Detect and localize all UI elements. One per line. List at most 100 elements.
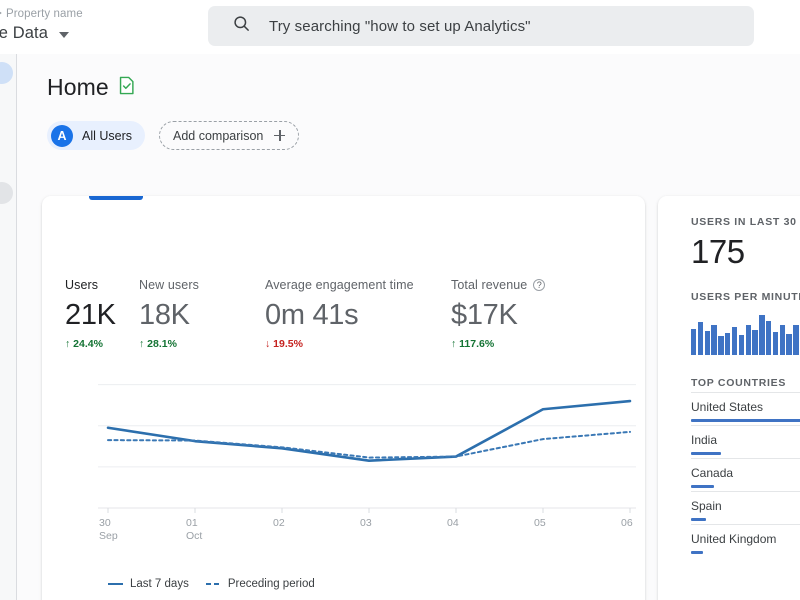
nav-icon-secondary[interactable] — [0, 182, 13, 204]
country-name: Canada — [691, 466, 734, 480]
overview-card: Users 21K ↑ 24.4% New users 18K ↑ 28.1% Averag… — [42, 196, 645, 600]
country-bar — [691, 419, 800, 422]
document-check-icon — [118, 76, 135, 100]
metric-label: Users — [65, 278, 99, 292]
search-icon — [232, 14, 251, 38]
page-title: Home — [47, 74, 109, 100]
sparkline-bar — [786, 333, 792, 355]
chart-x-tick: 30 — [99, 517, 111, 529]
country-name: India — [691, 433, 718, 447]
plus-icon — [274, 130, 286, 141]
chart-x-tick: 06 — [621, 517, 633, 529]
country-bar — [691, 551, 703, 554]
metric-card[interactable]: New users 18K ↑ 28.1% — [139, 278, 199, 350]
add-comparison-button[interactable]: Add comparison — [159, 121, 300, 150]
chart-x-tick: 03 — [360, 517, 372, 529]
sparkline-bar — [759, 315, 765, 355]
legend-swatch — [108, 582, 123, 586]
country-name: United States — [691, 400, 764, 414]
property-name-label: site Data — [0, 24, 49, 42]
chart-series-current — [106, 399, 632, 462]
top-bar: ts>Property name site Data Try searching… — [0, 0, 800, 54]
users-last-30-min-label: USERS IN LAST 30 MINU — [691, 216, 800, 228]
metric-value: 21K — [65, 299, 116, 331]
sparkline-bar — [725, 333, 731, 355]
chevron-down-icon[interactable] — [59, 32, 70, 38]
comparison-chips: A All Users Add comparison — [47, 121, 300, 150]
metric-card[interactable]: Users 21K ↑ 24.4% — [65, 278, 116, 350]
metric-value: 18K — [139, 299, 190, 331]
breadcrumb-separator: > — [0, 8, 2, 20]
metric-delta: ↑ 28.1% — [139, 338, 177, 350]
chart-x-tick: 02 — [273, 517, 285, 529]
nav-icon-primary[interactable] — [0, 62, 13, 84]
realtime-card: USERS IN LAST 30 MINU 175 USERS PER MINU… — [658, 196, 800, 600]
metric-label: Total revenue? — [451, 278, 546, 292]
country-row[interactable]: Canada — [691, 458, 800, 491]
sparkline-bar — [691, 329, 697, 355]
chip-all-users[interactable]: A All Users — [47, 121, 146, 150]
country-row[interactable]: United Kingdom — [691, 524, 800, 557]
top-countries-label: TOP COUNTRIES — [691, 377, 787, 389]
chart-series-previous — [107, 430, 631, 459]
metric-delta: ↑ 24.4% — [65, 338, 103, 350]
left-navigation-rail[interactable] — [0, 54, 17, 600]
chart-x-tick: 05 — [534, 517, 546, 529]
chart-x-tick: 04 — [447, 517, 459, 529]
chip-all-users-label: All Users — [82, 128, 133, 143]
sparkline-bar — [731, 327, 738, 355]
country-bar — [691, 518, 706, 521]
chart-svg: 02K4K6K30Sep01Oct0203040506 — [98, 384, 636, 542]
search-input[interactable]: Try searching "how to set up Analytics" — [208, 6, 754, 46]
main-content: Home A All Users Add comparison Users 21… — [17, 54, 800, 600]
timeseries-chart[interactable]: 02K4K6K30Sep01Oct0203040506 — [42, 356, 645, 556]
country-row[interactable]: United States — [691, 392, 800, 425]
legend-label: Last 7 days — [130, 578, 189, 590]
metric-label: Average engagement time — [265, 278, 414, 292]
chart-legend: Last 7 days Preceding period — [108, 578, 332, 590]
sparkline-bar — [738, 334, 745, 355]
metric-delta: ↓ 19.5% — [265, 338, 303, 350]
sparkline-bar — [752, 329, 758, 355]
country-name: United Kingdom — [691, 532, 777, 546]
page-header: Home — [47, 74, 135, 101]
country-bar — [691, 485, 714, 488]
sparkline-bar — [711, 325, 717, 355]
country-bar — [691, 452, 721, 455]
sparkline-bar — [793, 324, 799, 355]
metric-card[interactable]: Average engagement time 0m 41s ↓ 19.5% — [265, 278, 414, 350]
legend-item[interactable]: Last 7 days — [108, 578, 189, 590]
avatar: A — [51, 124, 73, 147]
sparkline-bar — [704, 330, 711, 355]
users-per-minute-sparkline — [691, 315, 800, 355]
country-row[interactable]: India — [691, 425, 800, 458]
legend-label: Preceding period — [227, 578, 315, 590]
property-selector[interactable]: ts>Property name site Data — [0, 8, 162, 43]
legend-swatch — [205, 582, 221, 586]
metric-value: $17K — [451, 299, 518, 331]
chart-x-tick-sub: Oct — [186, 530, 202, 542]
metric-card[interactable]: Total revenue? $17K ↑ 117.6% — [451, 278, 546, 350]
sparkline-bar — [718, 336, 724, 355]
chart-x-tick: 01 — [186, 517, 198, 529]
search-placeholder-text: Try searching "how to set up Analytics" — [269, 17, 531, 35]
metric-value: 0m 41s — [265, 299, 359, 331]
users-per-minute-label: USERS PER MINUTE — [691, 291, 800, 303]
help-icon[interactable]: ? — [533, 279, 546, 291]
breadcrumb: ts>Property name — [0, 8, 162, 20]
legend-item[interactable]: Preceding period — [205, 578, 315, 590]
country-name: Spain — [691, 499, 722, 513]
analytics-home-screen: ts>Property name site Data Try searching… — [0, 0, 800, 600]
sparkline-bar — [697, 322, 704, 355]
sparkline-bar — [772, 331, 779, 355]
add-comparison-label: Add comparison — [173, 128, 264, 143]
country-row[interactable]: Spain — [691, 491, 800, 524]
breadcrumb-property: Property name — [5, 8, 83, 20]
chart-x-tick-sub: Sep — [99, 530, 118, 542]
active-tab-indicator[interactable] — [89, 196, 143, 200]
users-last-30-min-value: 175 — [691, 233, 745, 270]
metric-label: New users — [139, 278, 199, 292]
metric-delta: ↑ 117.6% — [451, 338, 495, 350]
sparkline-bar — [765, 321, 772, 355]
sparkline-bar — [779, 325, 785, 355]
